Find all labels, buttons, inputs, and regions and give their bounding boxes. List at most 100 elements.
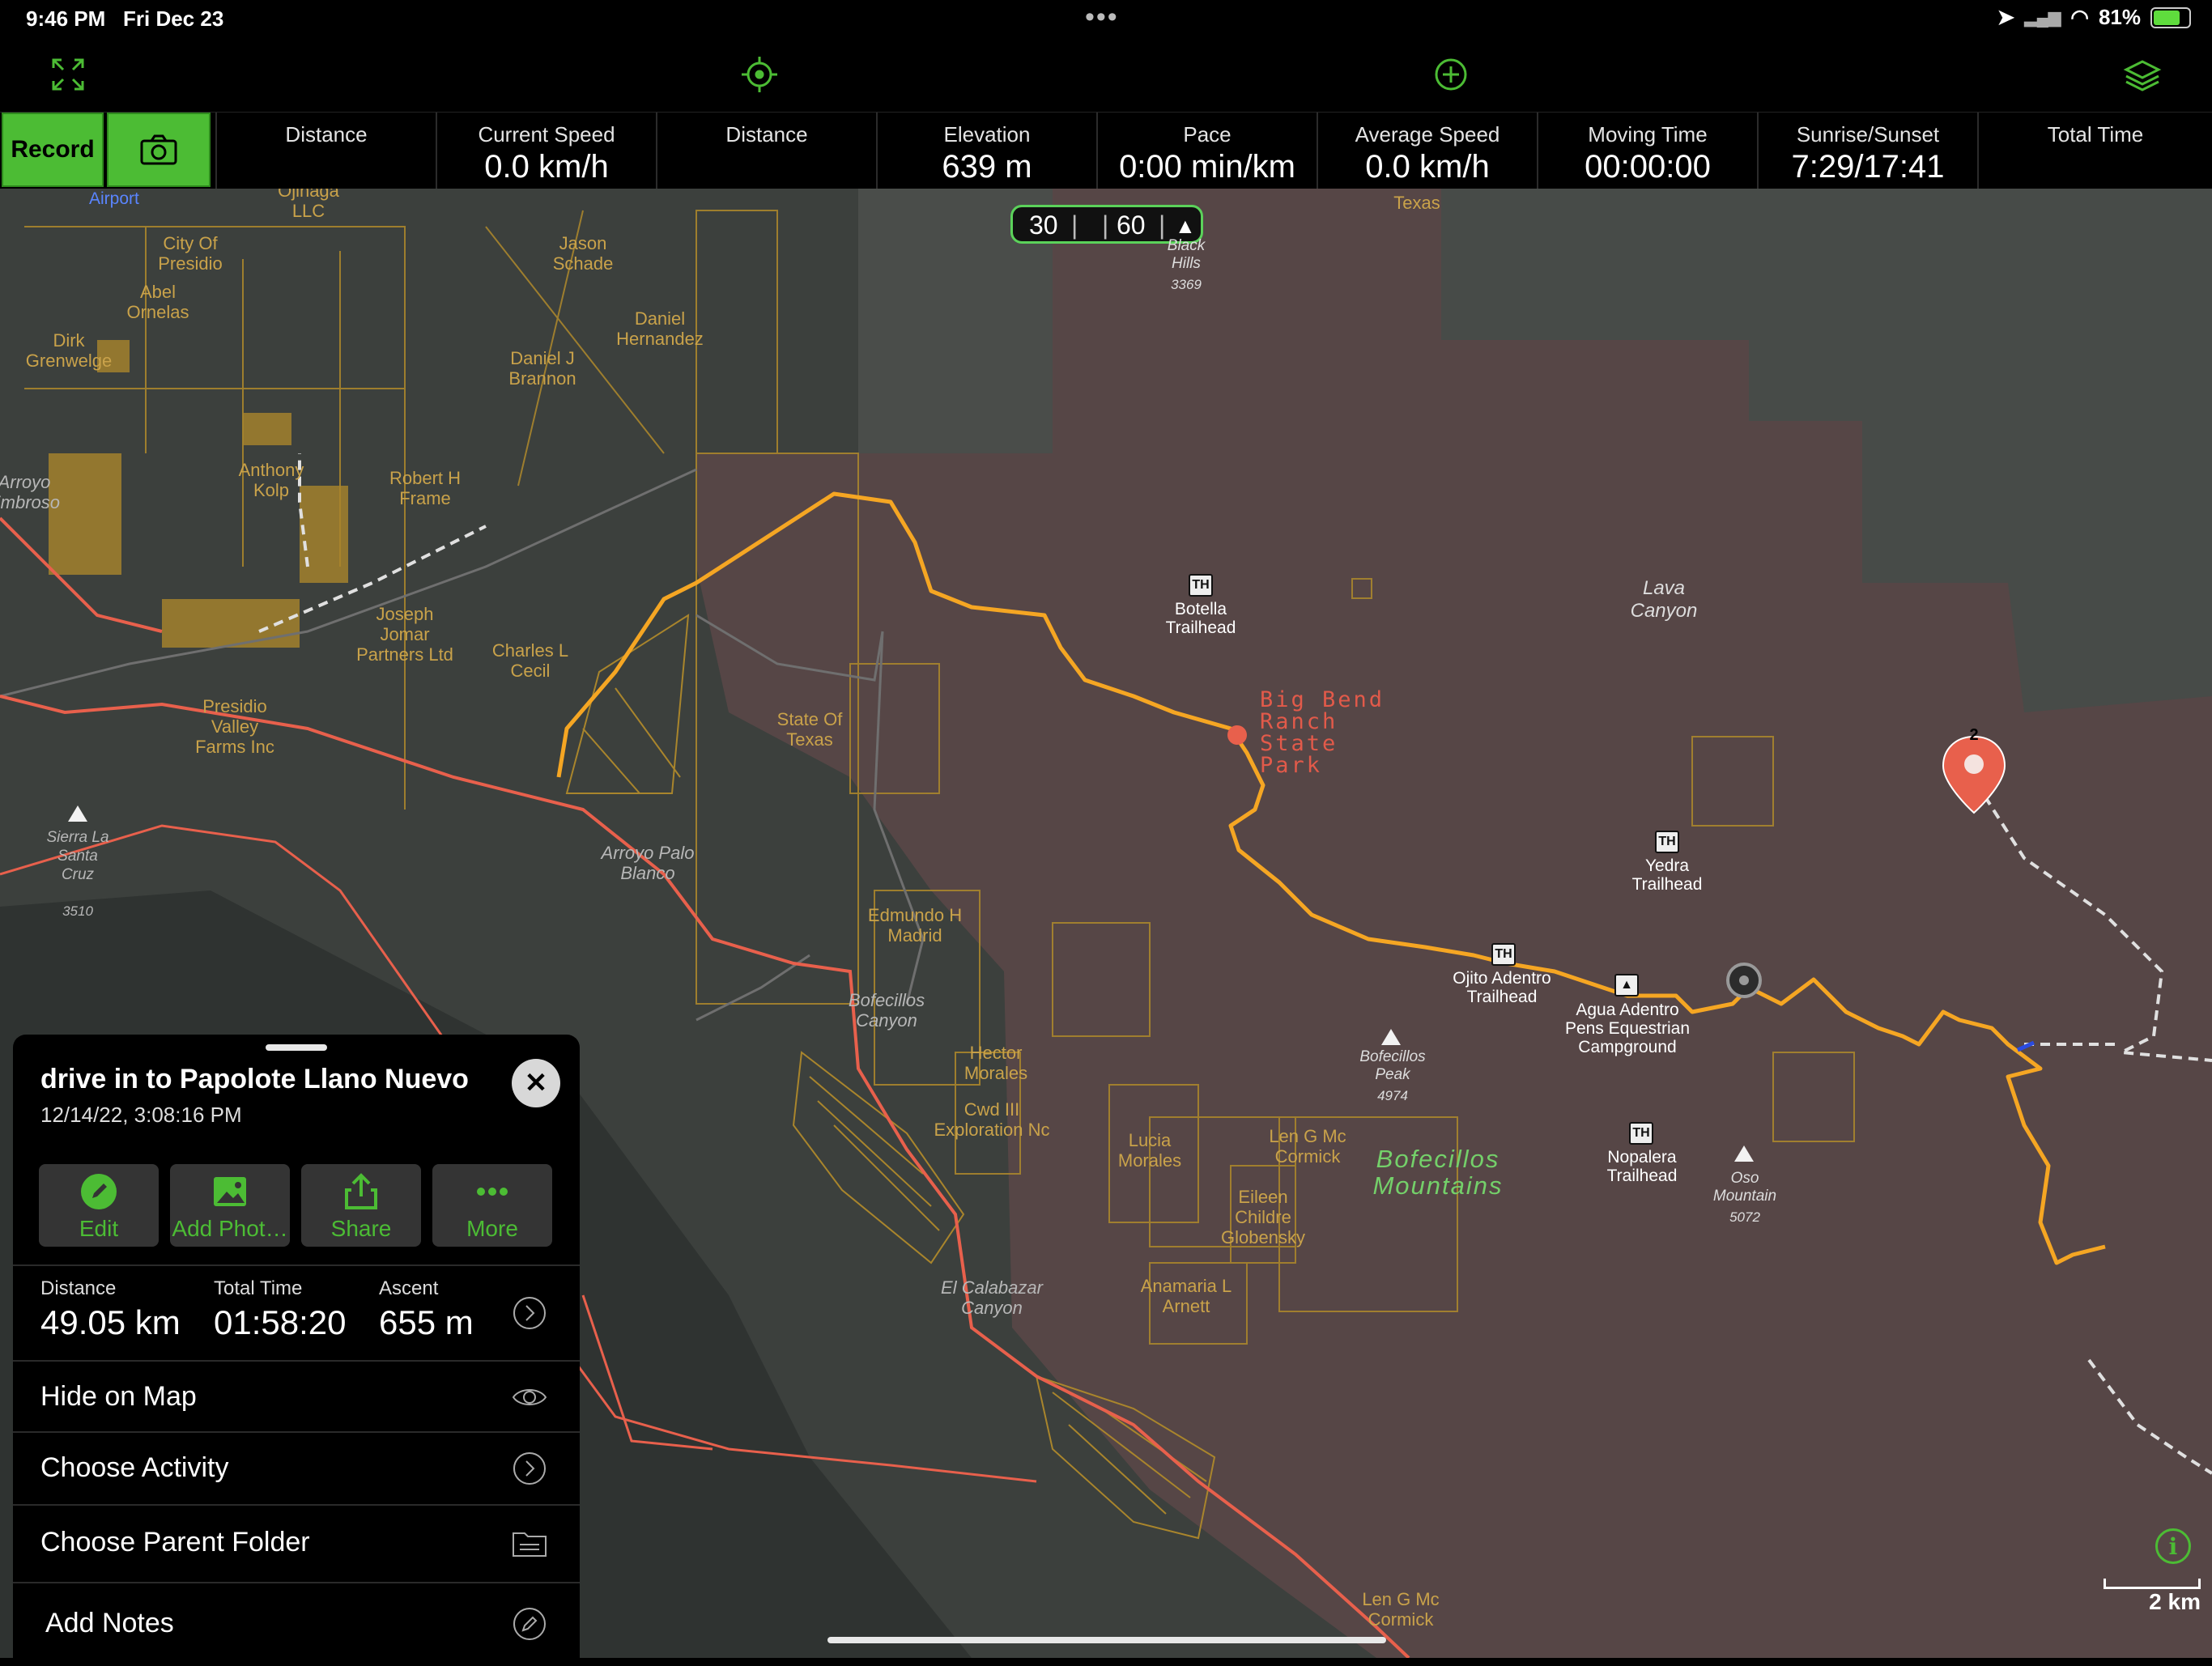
map-label-lucia: Lucia Morales	[1117, 1130, 1182, 1171]
status-indicators: ➤ ▂▄▆ ◠ 81%	[1997, 5, 2191, 30]
scale-chip-value-a: 30	[1029, 210, 1058, 240]
track-stat-label: Distance	[40, 1277, 117, 1299]
map-label-bofecillos-peak-elev: 4974	[1377, 1088, 1408, 1103]
location-arrow-icon: ➤	[1997, 5, 2015, 29]
stat-moving-time[interactable]: Moving Time 00:00:00	[1537, 113, 1757, 189]
map-label-eileen: Eileen Childre Globensky	[1221, 1187, 1305, 1247]
map-label-black-hills-elev: 3369	[1171, 277, 1202, 292]
eye-icon[interactable]	[512, 1379, 547, 1415]
action-label: More	[466, 1216, 518, 1241]
stat-value: 00:00:00	[1585, 149, 1711, 185]
fullscreen-icon[interactable]	[45, 52, 91, 97]
map-label-charles: Charles L Cecil	[491, 640, 569, 681]
stat-value: 7:29/17:41	[1791, 149, 1945, 185]
add-notes-row[interactable]: Add Notes	[45, 1608, 174, 1639]
info-icon[interactable]: i	[2155, 1528, 2191, 1564]
camera-icon	[140, 134, 177, 165]
multitasking-dots[interactable]: •••	[1085, 2, 1119, 33]
stat-pace[interactable]: Pace 0:00 min/km	[1096, 113, 1317, 189]
map-label-airport: Airport	[89, 189, 139, 208]
track-details-panel[interactable]: drive in to Papolote Llano Nuevo 12/14/2…	[13, 1035, 580, 1666]
stat-label: Sunrise/Sunset	[1796, 122, 1940, 147]
more-icon	[477, 1188, 508, 1196]
folder-icon[interactable]	[512, 1525, 547, 1561]
share-button[interactable]: Share	[301, 1164, 421, 1247]
north-arrow-icon: ▲	[1175, 214, 1196, 238]
stat-sunrise-sunset[interactable]: Sunrise/Sunset 7:29/17:41	[1757, 113, 1977, 189]
map-label-dirk: Dirk Grenwelge	[25, 330, 113, 371]
map-label-jason: Jason Schade	[552, 233, 614, 274]
stat-current-speed[interactable]: Current Speed 0.0 km/h	[436, 113, 656, 189]
status-bar: 9:46 PM Fri Dec 23 ••• ➤ ▂▄▆ ◠ 81%	[0, 0, 2212, 39]
stat-total-time[interactable]: Total Time	[1977, 113, 2212, 189]
map-label-owner: Ojinaga LLC	[278, 189, 339, 221]
action-label: Add Phot…	[172, 1216, 288, 1241]
close-button[interactable]: ✕	[512, 1059, 560, 1107]
action-label: Share	[330, 1216, 392, 1241]
trailhead-icon[interactable]: TH	[1491, 943, 1516, 966]
map-label-len-1: Len G Mc Cormick	[1269, 1126, 1346, 1167]
stat-average-speed[interactable]: Average Speed 0.0 km/h	[1317, 113, 1537, 189]
map-label-bofecillos-canyon: Bofecillos Canyon	[848, 990, 925, 1031]
edit-button[interactable]: Edit	[39, 1164, 159, 1247]
campground-icon[interactable]: ▲	[1614, 974, 1639, 997]
map-label-texas: Texas	[1393, 193, 1440, 213]
stat-label: Pace	[1183, 122, 1231, 147]
map-label-bofecillos-peak: Bofecillos Peak	[1359, 1048, 1426, 1083]
scale-chip-value-b: 60	[1117, 210, 1146, 240]
chevron-right-icon[interactable]	[512, 1451, 547, 1486]
map-label-anthony: Anthony Kolp	[238, 460, 304, 500]
stat-value: 0.0 km/h	[1365, 149, 1490, 185]
status-date: Fri Dec 23	[123, 6, 224, 31]
add-plus-icon[interactable]	[1428, 52, 1474, 97]
map-label-abel: Abel Ornelas	[126, 282, 189, 322]
locate-crosshair-icon[interactable]	[737, 52, 782, 97]
map-label-black-hills: Black Hills	[1167, 237, 1206, 272]
pencil-circle-icon[interactable]	[512, 1606, 547, 1642]
track-stat-ascent: Ascent 655 m	[379, 1277, 474, 1342]
map-label-robert: Robert H Frame	[389, 468, 462, 508]
map-label-lava-canyon: Lava Canyon	[1630, 577, 1698, 622]
map-label-city-presidio: City Of Presidio	[158, 233, 223, 274]
panel-grabber[interactable]	[266, 1044, 327, 1051]
map-label-cwd: Cwd III Exploration Nc	[934, 1099, 1050, 1140]
track-stat-label: Total Time	[214, 1277, 303, 1299]
stat-elevation[interactable]: Elevation 639 m	[876, 113, 1096, 189]
track-stat-distance: Distance 49.05 km	[40, 1277, 181, 1342]
action-label: Edit	[79, 1216, 119, 1241]
more-button[interactable]: More	[432, 1164, 552, 1247]
map-label-joseph: Joseph Jomar Partners Ltd	[356, 604, 453, 665]
record-button[interactable]: Record	[2, 113, 104, 187]
share-icon	[345, 1173, 377, 1209]
home-indicator[interactable]	[827, 1637, 1386, 1643]
map-label-yedra: Yedra Trailhead	[1631, 856, 1703, 894]
pencil-icon	[81, 1174, 117, 1209]
map-label-botella: Botella Trailhead	[1165, 600, 1236, 637]
stat-distance[interactable]: Distance	[215, 113, 436, 189]
close-icon: ✕	[524, 1068, 548, 1099]
layers-icon[interactable]	[2120, 52, 2165, 97]
map-label-anamaria: Anamaria L Arnett	[1140, 1276, 1232, 1316]
stat-distance-2[interactable]: Distance	[656, 113, 876, 189]
peak-icon	[1381, 1029, 1401, 1045]
add-photo-button[interactable]: Add Phot…	[170, 1164, 290, 1247]
stat-label: Total Time	[2047, 122, 2144, 147]
wifi-icon: ◠	[2070, 5, 2089, 29]
choose-activity-row[interactable]: Choose Activity	[40, 1452, 228, 1484]
map-label-calabazar: El Calabazar Canyon	[941, 1277, 1043, 1318]
map-label-hector: Hector Morales	[963, 1043, 1028, 1083]
map-label-state-texas: State Of Texas	[776, 709, 843, 750]
map-label-oso-elev: 5072	[1729, 1209, 1760, 1225]
map-scale-bar: 2 km	[2104, 1579, 2201, 1615]
trailhead-icon[interactable]: TH	[1189, 574, 1213, 597]
battery-percent: 81%	[2098, 5, 2141, 29]
chevron-right-icon[interactable]	[512, 1295, 547, 1331]
camera-button[interactable]	[107, 113, 211, 187]
peak-icon	[1734, 1145, 1754, 1162]
battery-icon	[2150, 6, 2191, 28]
trailhead-icon[interactable]: TH	[1655, 831, 1679, 853]
stat-value: 0.0 km/h	[484, 149, 609, 185]
choose-parent-folder-row[interactable]: Choose Parent Folder	[40, 1527, 310, 1558]
trailhead-icon[interactable]: TH	[1629, 1122, 1653, 1145]
hide-on-map-row[interactable]: Hide on Map	[40, 1381, 197, 1413]
